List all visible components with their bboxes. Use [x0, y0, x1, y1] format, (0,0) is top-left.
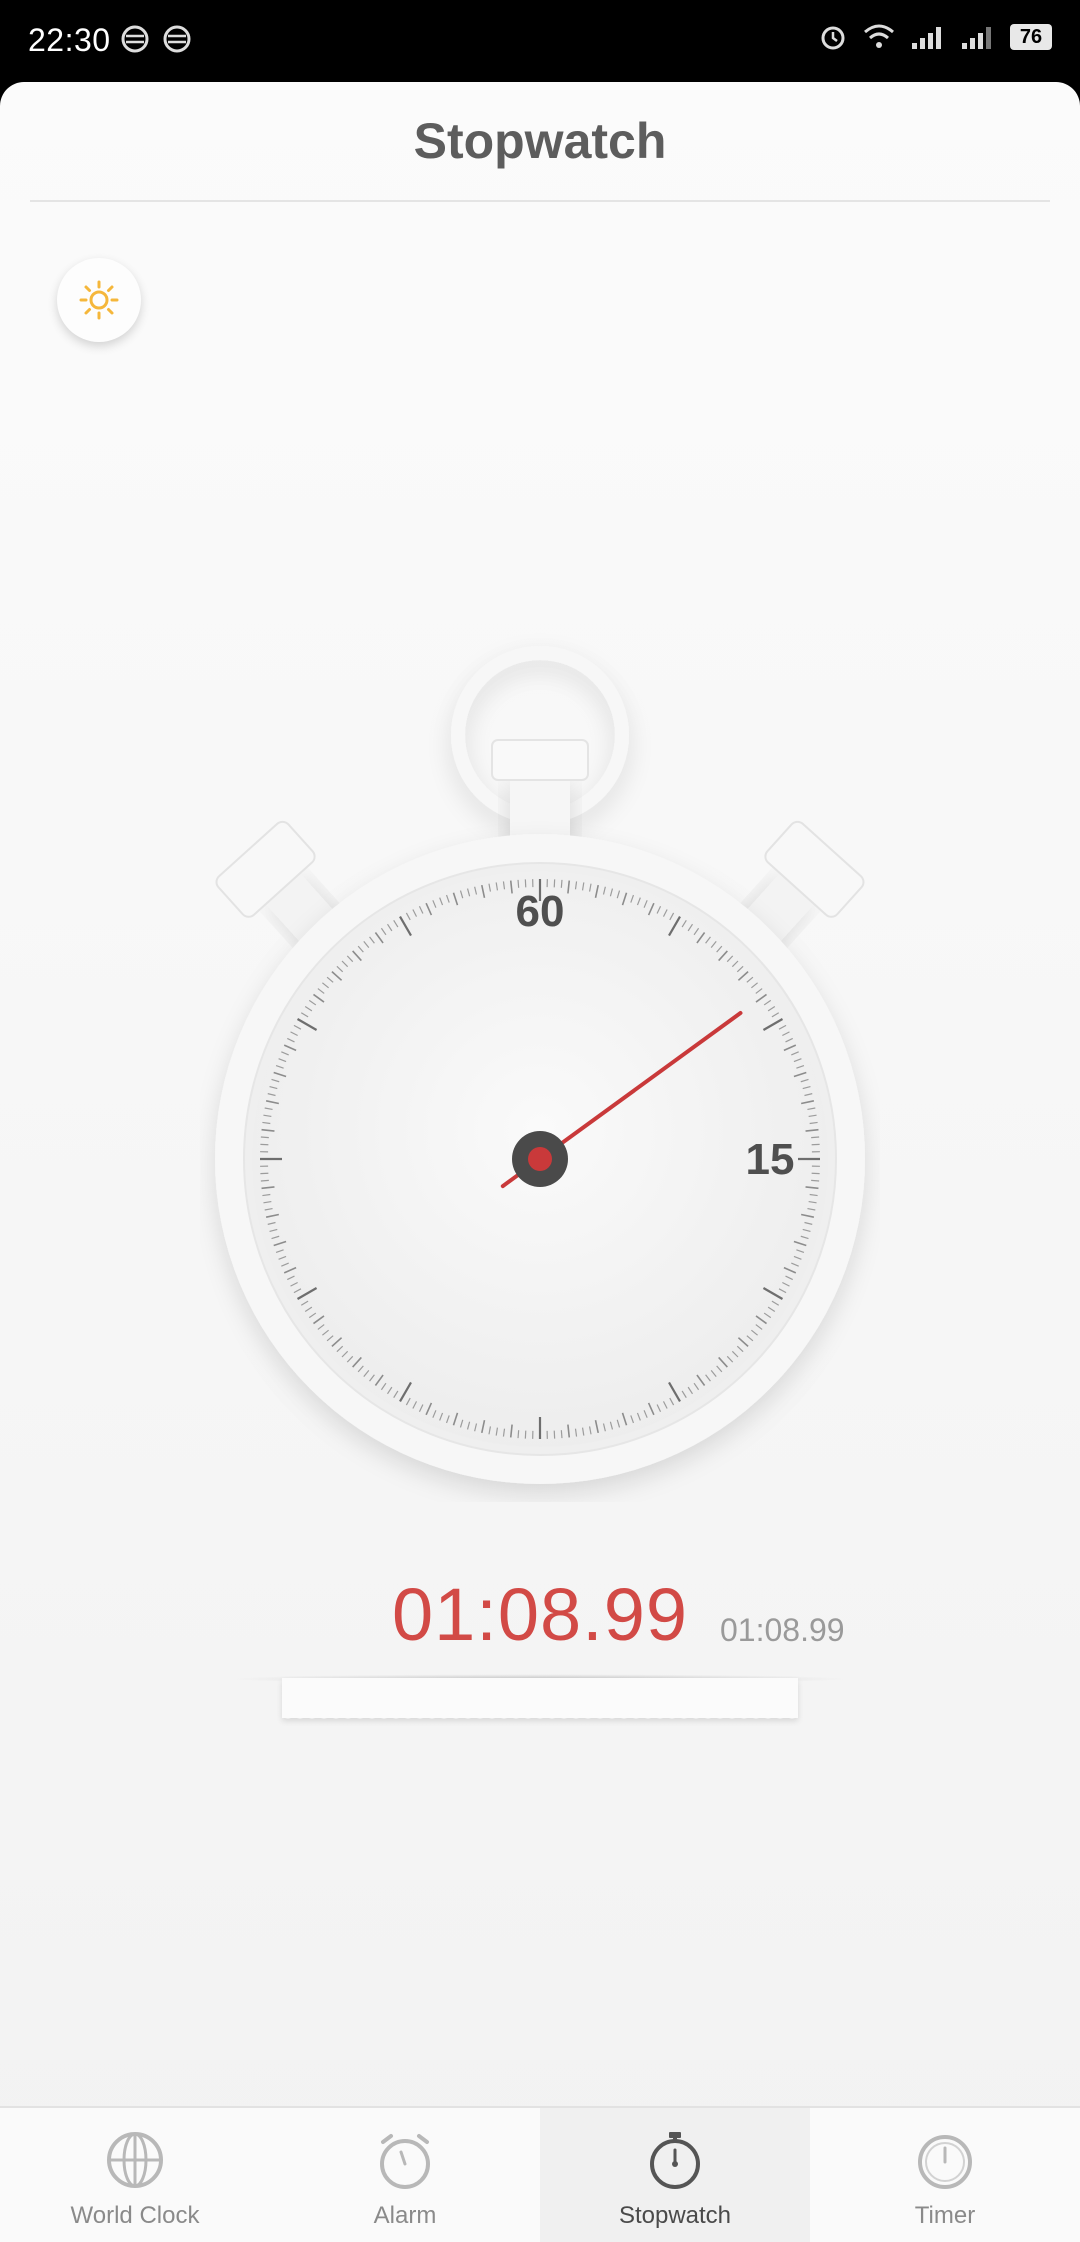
tab-timer[interactable]: Timer	[810, 2108, 1080, 2242]
tick-mark	[811, 1136, 820, 1139]
hand-hub-center	[528, 1147, 552, 1171]
tick-mark	[560, 1430, 563, 1439]
status-time: 22:30	[28, 22, 111, 58]
battery-icon: 76	[1010, 24, 1052, 50]
tab-world-clock[interactable]: World Clock	[0, 2108, 270, 2242]
page-title: Stopwatch	[413, 113, 667, 169]
lap-tape-edge	[282, 1714, 798, 1726]
tick-mark	[260, 1136, 269, 1139]
lap-time: 01:08.99	[720, 1612, 845, 1648]
alarm-clock-icon	[380, 2134, 430, 2189]
alarm-icon	[821, 26, 845, 50]
sun-icon	[79, 280, 119, 320]
wifi-icon	[864, 24, 894, 48]
signal-icon	[912, 27, 941, 49]
network-icon	[121, 25, 149, 53]
tick-mark	[260, 1179, 269, 1182]
stopwatch-icon	[650, 2132, 700, 2189]
signal-icon	[962, 27, 991, 49]
tab-label: Timer	[914, 2202, 976, 2229]
tab-label: Stopwatch	[618, 2202, 732, 2229]
timer-icon	[918, 2135, 972, 2189]
stopwatch-screen: Stopwatch 60 15 01:08.99 01:08.99 World …	[0, 82, 1080, 2242]
tab-label: World Clock	[70, 2202, 200, 2229]
tab-stopwatch[interactable]: Stopwatch	[540, 2108, 810, 2242]
tab-alarm[interactable]: Alarm	[270, 2108, 540, 2242]
bottom-nav: World Clock Alarm Stopwatch Timer	[0, 2106, 1080, 2242]
brightness-button[interactable]	[57, 258, 141, 342]
tick-mark	[517, 1430, 520, 1439]
stopwatch-dial[interactable]: 60 15	[200, 562, 880, 1502]
elapsed-time: 01:08.99	[392, 1573, 689, 1656]
dial-label-60: 60	[516, 887, 565, 936]
globe-icon	[107, 2132, 163, 2188]
lap-tape	[282, 1678, 798, 1718]
dial-label-15: 15	[746, 1135, 795, 1184]
tick-mark	[811, 1179, 820, 1182]
tab-label: Alarm	[373, 2202, 437, 2229]
status-bar: 22:30 76	[0, 0, 1080, 82]
network-icon	[163, 25, 191, 53]
crown-button	[491, 739, 589, 781]
title-bar: Stopwatch	[30, 82, 1050, 202]
